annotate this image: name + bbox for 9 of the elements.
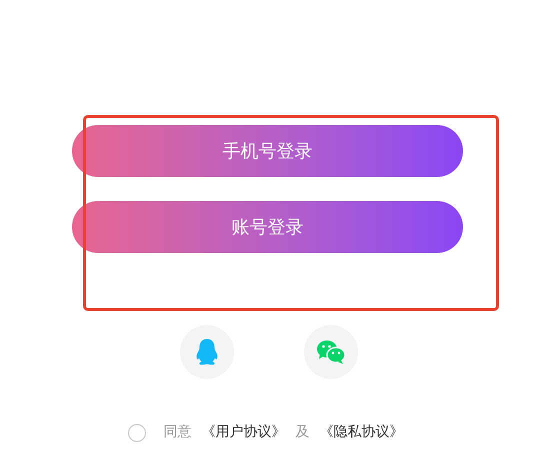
terms-link[interactable]: 《用户协议》 [202,422,286,443]
login-button[interactable]: 手机号登录 [72,125,463,177]
penguin-icon [194,338,218,366]
agree-checkbox[interactable] [128,424,146,442]
privacy-link[interactable]: 《隐私协议》 [320,422,404,443]
login-button[interactable]: 账号登录 [72,201,463,253]
agree-label: 同意 [164,423,192,442]
chat-bubbles-icon [316,339,346,365]
conjunction-text: 及 [296,423,310,442]
